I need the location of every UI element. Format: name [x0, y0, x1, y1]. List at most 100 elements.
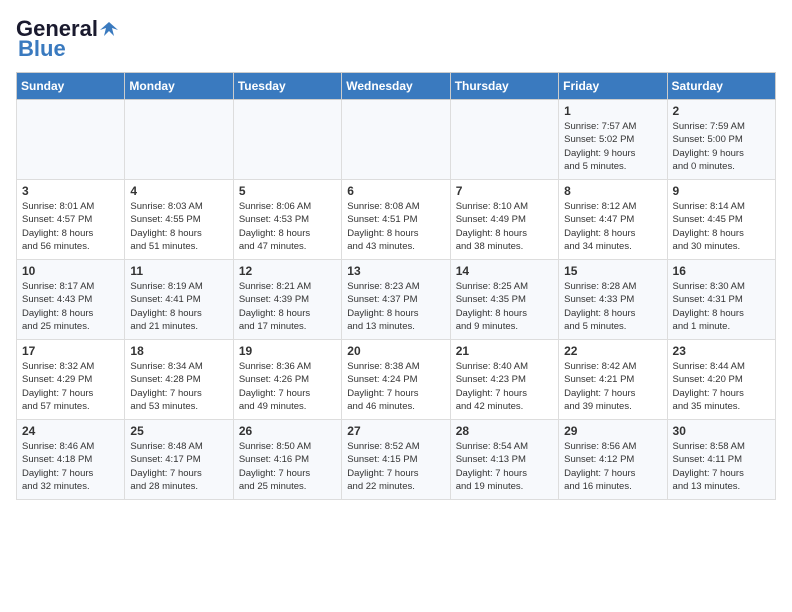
day-detail: Sunrise: 7:59 AM Sunset: 5:00 PM Dayligh…	[673, 120, 770, 173]
calendar-cell-4-5: 29 Sunrise: 8:56 AM Sunset: 4:12 PM Dayli…	[559, 420, 667, 500]
day-number: 9	[673, 184, 770, 198]
calendar-cell-1-6: 9 Sunrise: 8:14 AM Sunset: 4:45 PM Daylig…	[667, 180, 775, 260]
day-detail: Sunrise: 8:56 AM Sunset: 4:12 PM Dayligh…	[564, 440, 661, 493]
day-detail: Sunrise: 8:58 AM Sunset: 4:11 PM Dayligh…	[673, 440, 770, 493]
day-detail: Sunrise: 8:03 AM Sunset: 4:55 PM Dayligh…	[130, 200, 227, 253]
calendar-cell-0-2	[233, 100, 341, 180]
day-number: 11	[130, 264, 227, 278]
calendar-week-4: 24 Sunrise: 8:46 AM Sunset: 4:18 PM Dayli…	[17, 420, 776, 500]
day-detail: Sunrise: 8:06 AM Sunset: 4:53 PM Dayligh…	[239, 200, 336, 253]
day-number: 1	[564, 104, 661, 118]
calendar-cell-2-1: 11 Sunrise: 8:19 AM Sunset: 4:41 PM Dayli…	[125, 260, 233, 340]
calendar-cell-4-4: 28 Sunrise: 8:54 AM Sunset: 4:13 PM Dayli…	[450, 420, 558, 500]
calendar-cell-4-2: 26 Sunrise: 8:50 AM Sunset: 4:16 PM Dayli…	[233, 420, 341, 500]
day-number: 5	[239, 184, 336, 198]
calendar-cell-0-0	[17, 100, 125, 180]
calendar-cell-2-6: 16 Sunrise: 8:30 AM Sunset: 4:31 PM Dayli…	[667, 260, 775, 340]
day-detail: Sunrise: 8:21 AM Sunset: 4:39 PM Dayligh…	[239, 280, 336, 333]
day-number: 2	[673, 104, 770, 118]
logo-blue: Blue	[18, 36, 66, 62]
calendar-week-2: 10 Sunrise: 8:17 AM Sunset: 4:43 PM Dayli…	[17, 260, 776, 340]
day-number: 4	[130, 184, 227, 198]
day-number: 16	[673, 264, 770, 278]
calendar-header-row: SundayMondayTuesdayWednesdayThursdayFrid…	[17, 73, 776, 100]
calendar-cell-4-1: 25 Sunrise: 8:48 AM Sunset: 4:17 PM Dayli…	[125, 420, 233, 500]
day-number: 24	[22, 424, 119, 438]
day-number: 13	[347, 264, 444, 278]
col-header-thursday: Thursday	[450, 73, 558, 100]
day-number: 15	[564, 264, 661, 278]
day-number: 12	[239, 264, 336, 278]
col-header-saturday: Saturday	[667, 73, 775, 100]
day-number: 25	[130, 424, 227, 438]
day-detail: Sunrise: 8:30 AM Sunset: 4:31 PM Dayligh…	[673, 280, 770, 333]
day-detail: Sunrise: 8:50 AM Sunset: 4:16 PM Dayligh…	[239, 440, 336, 493]
calendar-cell-0-1	[125, 100, 233, 180]
day-number: 20	[347, 344, 444, 358]
calendar-cell-1-0: 3 Sunrise: 8:01 AM Sunset: 4:57 PM Daylig…	[17, 180, 125, 260]
day-detail: Sunrise: 8:23 AM Sunset: 4:37 PM Dayligh…	[347, 280, 444, 333]
day-number: 14	[456, 264, 553, 278]
col-header-tuesday: Tuesday	[233, 73, 341, 100]
day-detail: Sunrise: 7:57 AM Sunset: 5:02 PM Dayligh…	[564, 120, 661, 173]
day-detail: Sunrise: 8:17 AM Sunset: 4:43 PM Dayligh…	[22, 280, 119, 333]
day-detail: Sunrise: 8:46 AM Sunset: 4:18 PM Dayligh…	[22, 440, 119, 493]
calendar-table: SundayMondayTuesdayWednesdayThursdayFrid…	[16, 72, 776, 500]
page-header: General Blue	[16, 16, 776, 62]
day-detail: Sunrise: 8:40 AM Sunset: 4:23 PM Dayligh…	[456, 360, 553, 413]
day-number: 18	[130, 344, 227, 358]
day-detail: Sunrise: 8:38 AM Sunset: 4:24 PM Dayligh…	[347, 360, 444, 413]
col-header-monday: Monday	[125, 73, 233, 100]
day-number: 27	[347, 424, 444, 438]
calendar-cell-2-2: 12 Sunrise: 8:21 AM Sunset: 4:39 PM Dayli…	[233, 260, 341, 340]
calendar-cell-2-0: 10 Sunrise: 8:17 AM Sunset: 4:43 PM Dayli…	[17, 260, 125, 340]
calendar-cell-3-0: 17 Sunrise: 8:32 AM Sunset: 4:29 PM Dayli…	[17, 340, 125, 420]
day-number: 7	[456, 184, 553, 198]
calendar-week-0: 1 Sunrise: 7:57 AM Sunset: 5:02 PM Daylig…	[17, 100, 776, 180]
day-detail: Sunrise: 8:10 AM Sunset: 4:49 PM Dayligh…	[456, 200, 553, 253]
col-header-sunday: Sunday	[17, 73, 125, 100]
day-number: 29	[564, 424, 661, 438]
calendar-week-3: 17 Sunrise: 8:32 AM Sunset: 4:29 PM Dayli…	[17, 340, 776, 420]
calendar-cell-0-6: 2 Sunrise: 7:59 AM Sunset: 5:00 PM Daylig…	[667, 100, 775, 180]
day-detail: Sunrise: 8:48 AM Sunset: 4:17 PM Dayligh…	[130, 440, 227, 493]
day-number: 17	[22, 344, 119, 358]
day-number: 3	[22, 184, 119, 198]
col-header-friday: Friday	[559, 73, 667, 100]
calendar-body: 1 Sunrise: 7:57 AM Sunset: 5:02 PM Daylig…	[17, 100, 776, 500]
calendar-cell-4-6: 30 Sunrise: 8:58 AM Sunset: 4:11 PM Dayli…	[667, 420, 775, 500]
calendar-cell-3-2: 19Sunrise: 8:36 AM Sunset: 4:26 PM Dayli…	[233, 340, 341, 420]
day-number: 19	[239, 344, 336, 358]
day-number: 28	[456, 424, 553, 438]
day-number: 8	[564, 184, 661, 198]
day-number: 22	[564, 344, 661, 358]
day-number: 26	[239, 424, 336, 438]
calendar-cell-3-3: 20 Sunrise: 8:38 AM Sunset: 4:24 PM Dayli…	[342, 340, 450, 420]
logo-bird-icon	[100, 20, 118, 38]
calendar-cell-2-4: 14Sunrise: 8:25 AM Sunset: 4:35 PM Dayli…	[450, 260, 558, 340]
day-number: 10	[22, 264, 119, 278]
day-number: 30	[673, 424, 770, 438]
day-detail: Sunrise: 8:32 AM Sunset: 4:29 PM Dayligh…	[22, 360, 119, 413]
day-detail: Sunrise: 8:01 AM Sunset: 4:57 PM Dayligh…	[22, 200, 119, 253]
day-detail: Sunrise: 8:44 AM Sunset: 4:20 PM Dayligh…	[673, 360, 770, 413]
calendar-cell-1-4: 7 Sunrise: 8:10 AM Sunset: 4:49 PM Daylig…	[450, 180, 558, 260]
day-detail: Sunrise: 8:54 AM Sunset: 4:13 PM Dayligh…	[456, 440, 553, 493]
calendar-cell-0-4	[450, 100, 558, 180]
logo: General Blue	[16, 16, 118, 62]
calendar-cell-4-0: 24 Sunrise: 8:46 AM Sunset: 4:18 PM Dayli…	[17, 420, 125, 500]
day-detail: Sunrise: 8:42 AM Sunset: 4:21 PM Dayligh…	[564, 360, 661, 413]
calendar-cell-1-3: 6Sunrise: 8:08 AM Sunset: 4:51 PM Daylig…	[342, 180, 450, 260]
calendar-cell-3-5: 22 Sunrise: 8:42 AM Sunset: 4:21 PM Dayli…	[559, 340, 667, 420]
calendar-cell-3-1: 18 Sunrise: 8:34 AM Sunset: 4:28 PM Dayli…	[125, 340, 233, 420]
calendar-cell-4-3: 27Sunrise: 8:52 AM Sunset: 4:15 PM Dayli…	[342, 420, 450, 500]
day-detail: Sunrise: 8:08 AM Sunset: 4:51 PM Dayligh…	[347, 200, 444, 253]
day-detail: Sunrise: 8:12 AM Sunset: 4:47 PM Dayligh…	[564, 200, 661, 253]
calendar-cell-1-2: 5 Sunrise: 8:06 AM Sunset: 4:53 PM Daylig…	[233, 180, 341, 260]
calendar-cell-3-6: 23Sunrise: 8:44 AM Sunset: 4:20 PM Dayli…	[667, 340, 775, 420]
day-number: 21	[456, 344, 553, 358]
calendar-cell-3-4: 21 Sunrise: 8:40 AM Sunset: 4:23 PM Dayli…	[450, 340, 558, 420]
day-detail: Sunrise: 8:19 AM Sunset: 4:41 PM Dayligh…	[130, 280, 227, 333]
day-detail: Sunrise: 8:14 AM Sunset: 4:45 PM Dayligh…	[673, 200, 770, 253]
day-detail: Sunrise: 8:34 AM Sunset: 4:28 PM Dayligh…	[130, 360, 227, 413]
